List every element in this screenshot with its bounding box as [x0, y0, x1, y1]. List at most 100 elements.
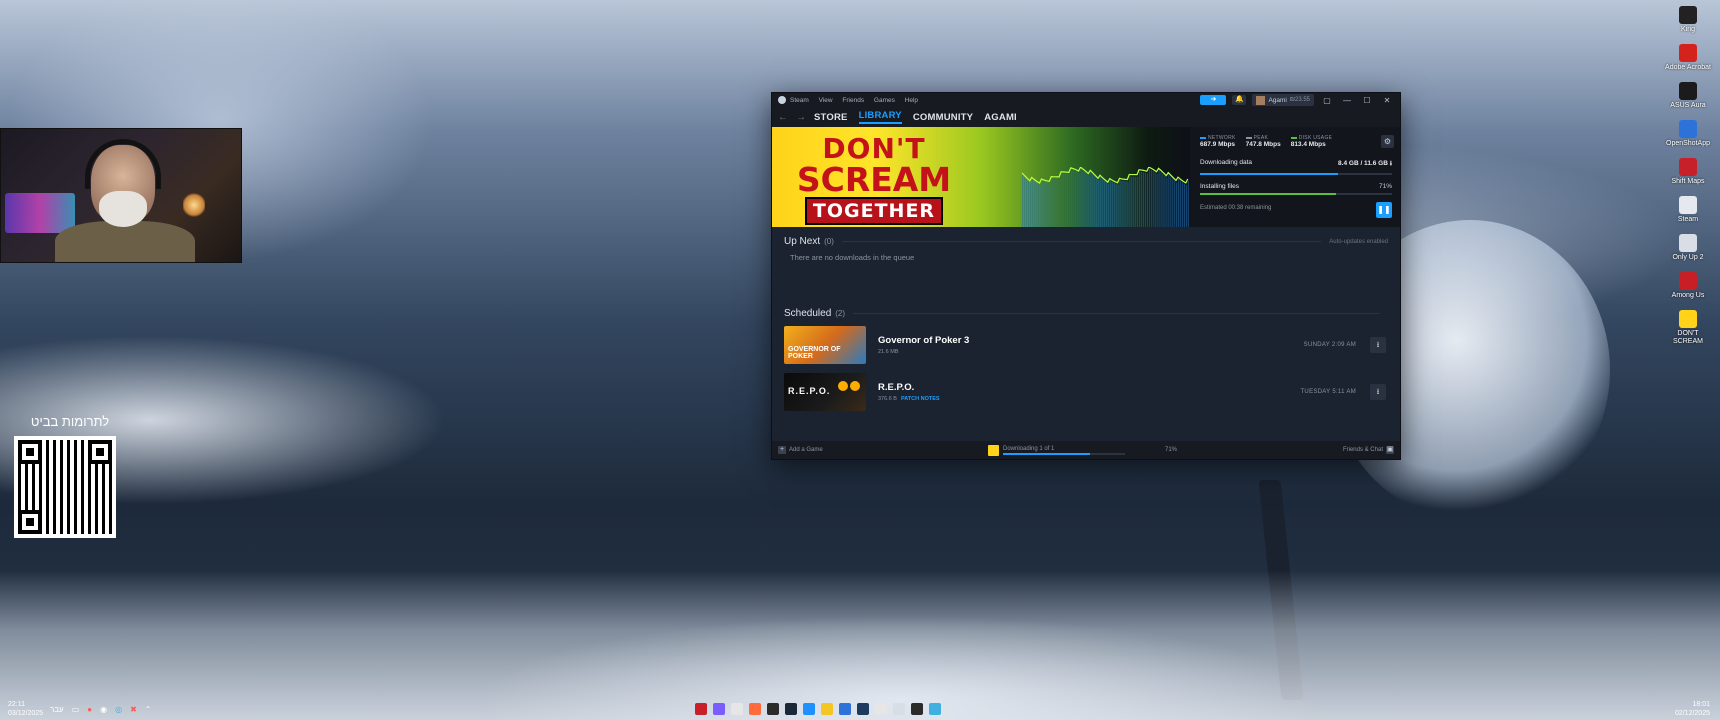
snipping-icon[interactable]: ✖	[130, 705, 137, 714]
taskbar-app-icon[interactable]	[821, 703, 833, 715]
nav-store[interactable]: STORE	[814, 112, 848, 123]
gear-icon[interactable]: ⚙	[1381, 135, 1394, 148]
announcements-button[interactable]: ➜	[1200, 95, 1227, 105]
taskbar-app-icon[interactable]	[911, 703, 923, 715]
menu-steam[interactable]: Steam	[790, 97, 809, 104]
download-now-button[interactable]: ⭳	[1370, 384, 1386, 400]
game-thumbnail[interactable]: R.E.P.O.	[784, 373, 866, 411]
taskbar-app-icon[interactable]	[875, 703, 887, 715]
graph-bar	[1181, 182, 1184, 227]
close-button[interactable]: ✕	[1380, 96, 1394, 105]
menu-friends[interactable]: Friends	[842, 97, 864, 104]
game-hero-art[interactable]: DON'T SCREAM TOGETHER	[772, 127, 1190, 227]
nav-profile[interactable]: AGAMI	[984, 112, 1017, 123]
taskbar-app-icon[interactable]	[695, 703, 707, 715]
network-icon[interactable]: ◉	[100, 705, 107, 714]
installing-percent: 71%	[1378, 183, 1392, 190]
menu-help[interactable]: Help	[905, 97, 918, 104]
chevron-up-icon[interactable]: ⌃	[145, 705, 152, 714]
taskbar-app-icon[interactable]	[803, 703, 815, 715]
graph-bar	[1187, 180, 1189, 227]
taskbar-app-icon[interactable]	[857, 703, 869, 715]
desktop-shortcut[interactable]: Only Up 2	[1664, 234, 1712, 262]
desktop-shortcut[interactable]: Steam	[1664, 196, 1712, 224]
desktop-shortcut-label: Only Up 2	[1672, 254, 1704, 261]
taskbar-app-icon[interactable]	[839, 703, 851, 715]
scheduled-count: (2)	[835, 309, 846, 318]
taskbar-app-icon[interactable]	[893, 703, 905, 715]
game-name[interactable]: R.E.P.O.	[878, 382, 1300, 393]
webcam-lamp	[183, 193, 205, 217]
forward-arrow-icon[interactable]: →	[796, 112, 806, 123]
footer-download-status[interactable]: Downloading 1 of 1 71%	[988, 444, 1177, 456]
taskbar-app-icon[interactable]	[749, 703, 761, 715]
list-item[interactable]: R.E.P.O. R.E.P.O. 376.6 B PATCH NOTES TUE…	[784, 371, 1388, 413]
update-size: 21.6 MB	[878, 349, 899, 355]
maximize-button[interactable]: ☐	[1360, 96, 1374, 105]
taskbar-app-icon[interactable]	[785, 703, 797, 715]
big-picture-icon[interactable]: ▢	[1320, 96, 1334, 105]
clock-left[interactable]: 22:11 03/12/2025	[8, 700, 43, 718]
notifications-bell-icon[interactable]: 🔔	[1232, 95, 1247, 105]
keyboard-language[interactable]: עבר	[50, 705, 64, 714]
microphone-icon[interactable]: ●	[87, 705, 92, 714]
graph-bar	[1150, 170, 1152, 227]
taskbar-app-icon[interactable]	[731, 703, 743, 715]
desktop-shortcut-label: ASUS Aura	[1670, 102, 1706, 109]
menu-games[interactable]: Games	[874, 97, 895, 104]
app-icon	[1679, 44, 1697, 62]
steam-window: Steam View Friends Games Help ➜ 🔔 Agami …	[771, 92, 1401, 460]
patch-notes-link[interactable]: PATCH NOTES	[901, 396, 940, 402]
taskbar-app-icon[interactable]	[929, 703, 941, 715]
graph-bar	[1176, 182, 1178, 227]
nav-library[interactable]: LIBRARY	[858, 110, 902, 124]
list-item[interactable]: GOVERNOR OF POKER Governor of Poker 3 21…	[784, 324, 1388, 366]
taskbar-app-icon[interactable]	[713, 703, 725, 715]
graph-bar	[1135, 176, 1137, 227]
game-logo-line3: TOGETHER	[804, 197, 944, 225]
app-icon	[1679, 196, 1697, 214]
taskbar-app-icon[interactable]	[767, 703, 779, 715]
app-icon	[1679, 120, 1697, 138]
desktop-shortcut[interactable]: Adobe Acrobat	[1664, 44, 1712, 72]
menu-view[interactable]: View	[819, 97, 833, 104]
desktop-shortcut[interactable]: DON'T SCREAM	[1664, 310, 1712, 346]
pause-button[interactable]: ❚❚	[1376, 202, 1392, 218]
graph-bar	[1082, 170, 1084, 227]
minimize-button[interactable]: —	[1340, 96, 1354, 105]
download-now-button[interactable]: ⭳	[1370, 337, 1386, 353]
desktop-shortcut[interactable]: Kirig	[1664, 6, 1712, 34]
account-menu[interactable]: Agami ₪23.55	[1252, 94, 1314, 106]
game-thumbnail[interactable]: GOVERNOR OF POKER	[784, 326, 866, 364]
graph-bar	[1094, 176, 1096, 227]
back-arrow-icon[interactable]: ←	[778, 112, 788, 123]
auto-updates-link[interactable]: Auto-updates enabled	[1329, 239, 1388, 245]
graph-bar	[1059, 178, 1061, 227]
game-mini-icon	[988, 444, 999, 456]
graph-bar	[1162, 173, 1164, 227]
add-game-button[interactable]: + Add a Game	[778, 446, 823, 454]
game-name[interactable]: Governor of Poker 3	[878, 335, 1304, 346]
desktop-shortcut[interactable]: ASUS Aura	[1664, 82, 1712, 110]
wallet-balance: ₪23.55	[1289, 97, 1310, 103]
desktop-shortcut-label: DON'T SCREAM	[1673, 330, 1703, 345]
graph-bar	[1088, 175, 1090, 227]
app-icon	[1679, 82, 1697, 100]
nav-community[interactable]: COMMUNITY	[913, 112, 973, 123]
display-icon[interactable]: ▭	[72, 705, 80, 714]
clock-right[interactable]: 18:01 02/12/2025	[1675, 700, 1710, 718]
friends-chat-button[interactable]: Friends & Chat ▣	[1343, 446, 1394, 454]
disk-swatch	[1290, 136, 1297, 139]
queue-empty-message: There are no downloads in the queue	[790, 253, 915, 262]
donation-label: לתרומות בביט	[30, 414, 110, 429]
webcam-person-body	[55, 221, 195, 262]
desktop-shortcut[interactable]: Among Us	[1664, 272, 1712, 300]
graph-bar	[1041, 180, 1043, 227]
graph-bar	[1101, 179, 1104, 227]
divider	[841, 241, 1322, 242]
desktop-shortcut[interactable]: OpenShotApp	[1664, 120, 1712, 148]
desktop-shortcut[interactable]: Shift Maps	[1664, 158, 1712, 186]
edge-icon[interactable]: ◎	[115, 705, 122, 714]
thumbnail-text: R.E.P.O.	[788, 386, 831, 396]
avatar	[1256, 95, 1266, 105]
